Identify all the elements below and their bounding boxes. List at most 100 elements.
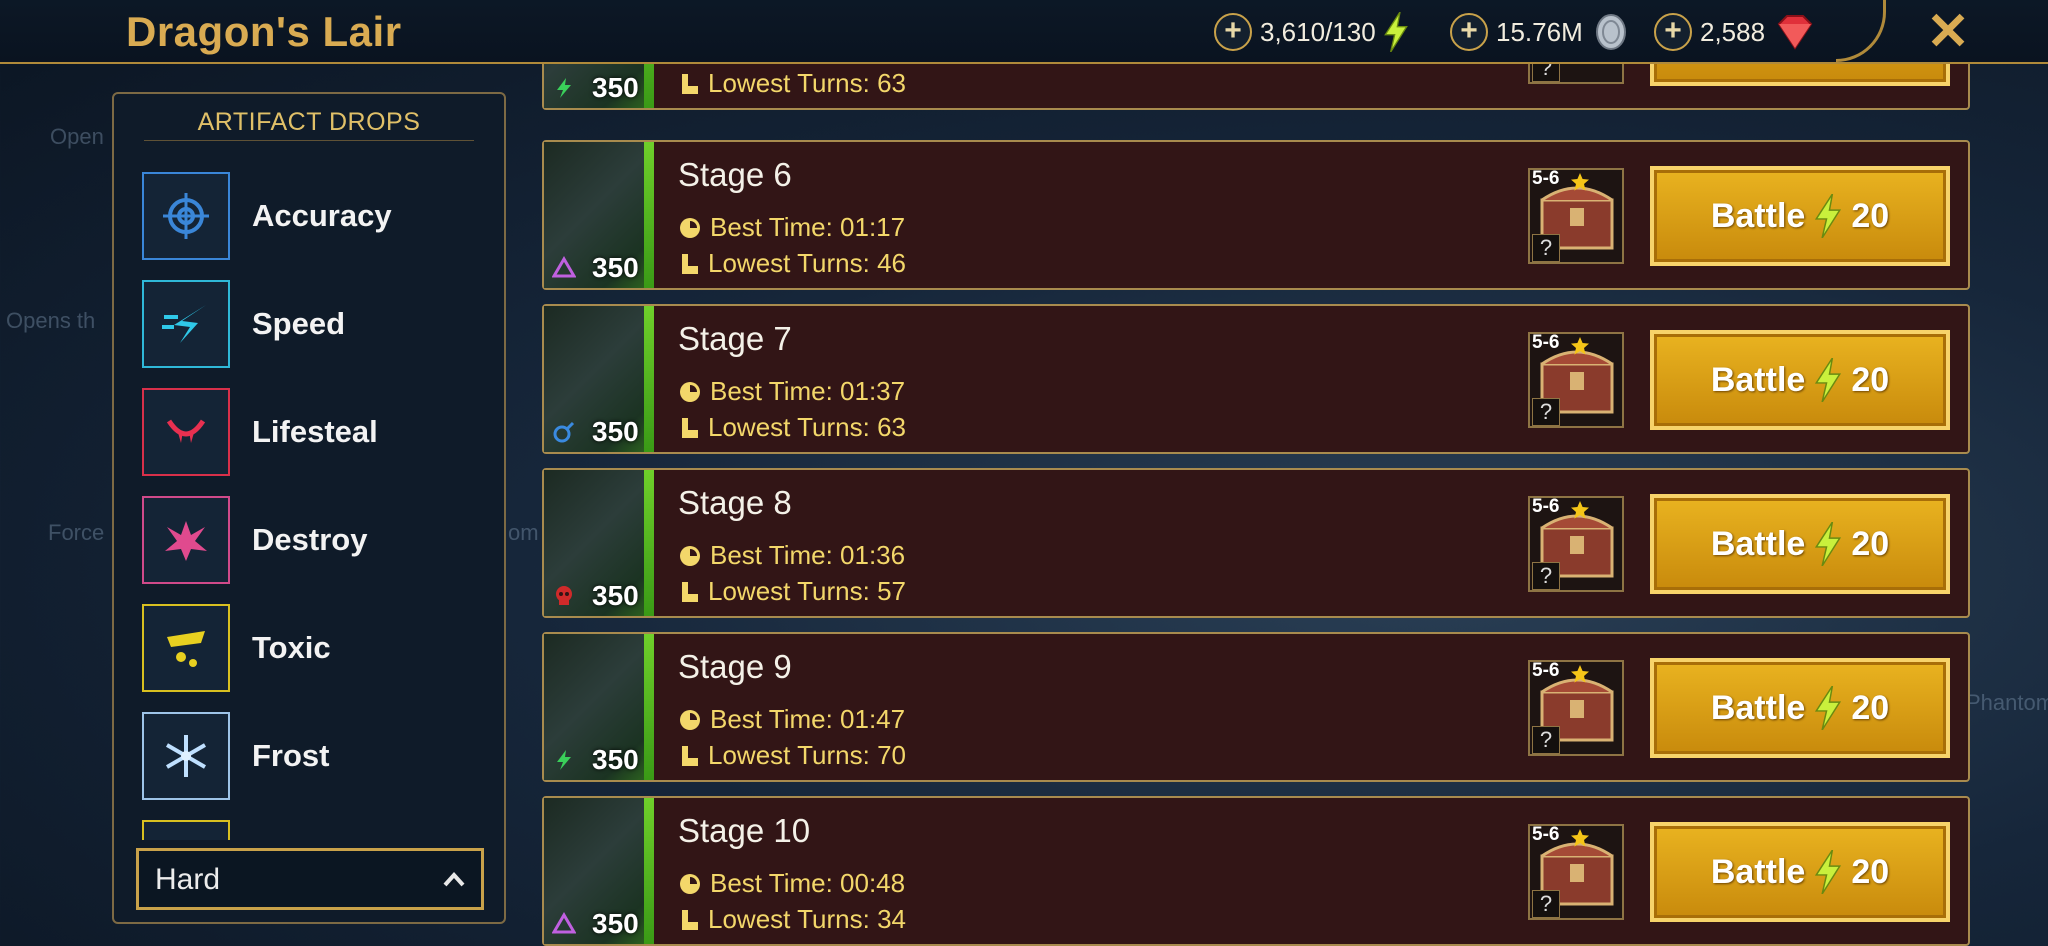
best-time-text: Best Time: 01:37 (710, 376, 906, 406)
stage-name: Stage 7 (678, 320, 792, 357)
unknown-reward: ? (1532, 234, 1560, 262)
energy-icon (1815, 194, 1842, 238)
star-icon (1571, 665, 1589, 683)
rank-range: 5-6 (1532, 824, 1560, 845)
rank-range: 5-6 (1532, 496, 1560, 517)
boot-icon (682, 73, 698, 94)
close-button[interactable]: ✕ (1920, 4, 1976, 60)
map-label-opens: Opens th (6, 308, 96, 333)
artifact-label: Accuracy (252, 198, 392, 233)
reward-chest[interactable]: 5-6 ? (1528, 168, 1624, 264)
artifact-drops-title: ARTIFACT DROPS (197, 108, 421, 136)
accuracy-icon (142, 172, 230, 260)
artifact-label: Toxic (252, 630, 331, 665)
header-ornament (1836, 0, 1886, 62)
speed-icon (142, 280, 230, 368)
unknown-reward: ? (1532, 890, 1560, 918)
artifact-item-toxic[interactable]: Toxic (114, 594, 504, 702)
artifact-item-partial[interactable] (114, 810, 504, 840)
unknown-reward: ? (1532, 398, 1560, 426)
clock-icon (680, 709, 700, 730)
battle-label: Battle (1710, 360, 1806, 399)
reward-chest[interactable]: 5-6 ? (1528, 660, 1624, 756)
map-label-open: Open (50, 124, 104, 149)
level-value: 350 (592, 252, 639, 283)
artifact-drops-panel: ARTIFACT DROPS Accuracy Speed Lifesteal … (112, 92, 506, 924)
best-time-text: Best Time: 00:48 (710, 868, 906, 898)
gem-icon (1777, 15, 1813, 50)
frost-icon (142, 712, 230, 800)
clock-icon (680, 545, 700, 566)
battle-cost: 20 (1851, 524, 1890, 563)
reward-chest[interactable]: 5-6 ? (1528, 496, 1624, 592)
artifact-item-destroy[interactable]: Destroy (114, 486, 504, 594)
best-time: Best Time: 01:17 (678, 212, 905, 243)
add-energy-button[interactable]: + (1214, 13, 1252, 51)
artifact-item-lifesteal[interactable]: Lifesteal (114, 378, 504, 486)
add-gems-button[interactable]: + (1654, 13, 1692, 51)
artifact-item-accuracy[interactable]: Accuracy (114, 162, 504, 270)
battle-button[interactable] (1650, 64, 1950, 86)
star-icon (1571, 829, 1589, 847)
stage-row: 350 Lowest Turns: 63 ? (542, 64, 1970, 110)
battle-button[interactable]: Battle 20 (1650, 822, 1950, 922)
silver-coin-icon (1595, 14, 1626, 50)
artifact-icon (142, 820, 230, 840)
destroy-icon (142, 496, 230, 584)
lowest-turns-text: Lowest Turns: 46 (708, 248, 906, 278)
add-silver-button[interactable]: + (1450, 13, 1488, 51)
lowest-turns-text: Lowest Turns: 57 (708, 576, 906, 606)
page-title: Dragon's Lair (126, 8, 402, 55)
lowest-turns: Lowest Turns: 70 (678, 740, 906, 771)
energy-value: 3,610/130 (1260, 16, 1376, 47)
title-divider (144, 140, 474, 141)
star-icon (1571, 337, 1589, 355)
best-time: Best Time: 01:47 (678, 704, 905, 735)
stage-list[interactable]: 350 Lowest Turns: 63 ? 350 Stage 6 Best … (540, 64, 1972, 946)
lowest-turns: Lowest Turns: 34 (678, 904, 906, 935)
lowest-turns: Lowest Turns: 57 (678, 576, 906, 607)
level-value: 350 (592, 744, 639, 775)
artifact-label: Frost (252, 738, 330, 773)
difficulty-dropdown[interactable]: Hard (136, 848, 484, 910)
lowest-turns-text: Lowest Turns: 34 (708, 904, 906, 934)
battle-button[interactable]: Battle 20 (1650, 658, 1950, 758)
reward-chest[interactable]: 5-6 ? (1528, 824, 1624, 920)
energy-icon (1815, 358, 1842, 402)
energy-icon (1815, 850, 1842, 894)
reward-chest[interactable]: ? (1528, 64, 1624, 84)
artifact-item-frost[interactable]: Frost (114, 702, 504, 810)
best-time: Best Time: 01:37 (678, 376, 905, 407)
energy-resource: + 3,610/130 (1214, 12, 1410, 52)
gems-resource: + 2,588 (1654, 12, 1819, 52)
artifact-item-speed[interactable]: Speed (114, 270, 504, 378)
battle-label: Battle (1710, 688, 1806, 727)
reward-chest[interactable]: 5-6 ? (1528, 332, 1624, 428)
lowest-turns: Lowest Turns: 46 (678, 248, 906, 279)
stage-row-8: 350 Stage 8 Best Time: 01:36 Lowest Turn… (542, 468, 1970, 618)
stage-row-6: 350 Stage 6 Best Time: 01:17 Lowest Turn… (542, 140, 1970, 290)
battle-button[interactable]: Battle 20 (1650, 166, 1950, 266)
rank-range: 5-6 (1532, 660, 1560, 681)
magic-affinity-icon (552, 912, 576, 934)
best-time: Best Time: 00:48 (678, 868, 905, 899)
battle-button[interactable]: Battle 20 (1650, 330, 1950, 430)
battle-cost: 20 (1851, 196, 1890, 235)
boot-icon (682, 417, 698, 438)
gems-value: 2,588 (1700, 16, 1766, 47)
artifact-list[interactable]: Accuracy Speed Lifesteal Destroy Toxic F… (114, 162, 504, 840)
energy-icon (1383, 12, 1408, 52)
chevron-up-icon (443, 872, 465, 887)
boot-icon (682, 745, 698, 766)
clock-icon (680, 873, 700, 894)
battle-button[interactable]: Battle 20 (1650, 494, 1950, 594)
best-time-text: Best Time: 01:36 (710, 540, 906, 570)
best-time-text: Best Time: 01:17 (710, 212, 906, 242)
silver-value: 15.76M (1496, 16, 1583, 47)
level-value: 350 (592, 908, 639, 939)
energy-icon (1815, 686, 1842, 730)
map-label-force: Force (48, 520, 105, 545)
stage-name: Stage 9 (678, 648, 792, 685)
rank-range: 5-6 (1532, 332, 1560, 353)
top-bar: Dragon's Lair + 3,610/130 + 15.76M + 2,5… (0, 0, 2048, 64)
